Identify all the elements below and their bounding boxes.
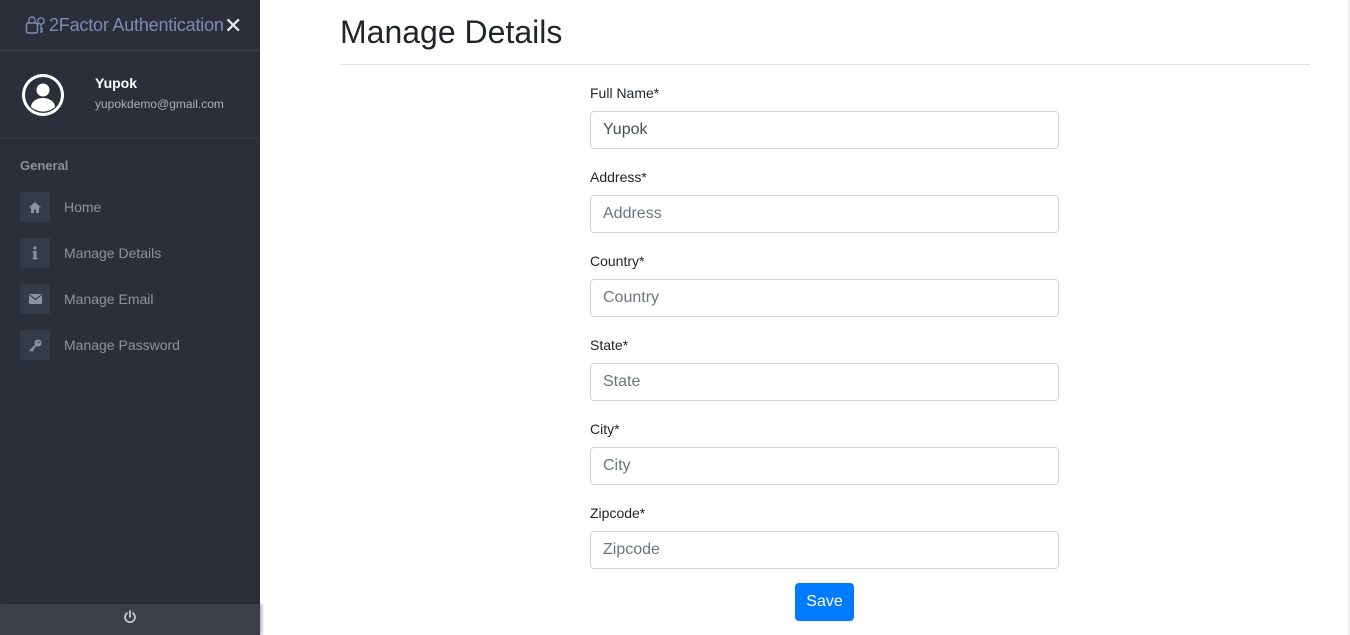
brand-bar: 2Factor Authentication <box>0 0 260 51</box>
sidebar-item-label: Manage Email <box>64 291 154 307</box>
zipcode-label: Zipcode* <box>590 505 646 521</box>
power-icon <box>123 610 137 629</box>
home-icon <box>20 192 50 222</box>
country-group: Country* <box>590 253 1059 337</box>
envelope-icon <box>20 284 50 314</box>
sidebar-item-label: Home <box>64 199 102 215</box>
save-button[interactable]: Save <box>795 583 854 621</box>
zipcode-input[interactable] <box>590 531 1059 569</box>
user-name: Yupok <box>95 74 138 91</box>
full-name-group: Full Name* <box>590 85 1059 169</box>
lock-key-logo-icon <box>25 14 47 36</box>
address-label: Address* <box>590 169 647 185</box>
zipcode-group: Zipcode* <box>590 505 1059 589</box>
close-sidebar-icon[interactable]: ✕ <box>224 15 242 37</box>
info-icon <box>20 238 50 268</box>
sidebar-item-label: Manage Details <box>64 245 162 261</box>
sidebar-item-manage-details[interactable]: Manage Details <box>0 230 260 276</box>
key-icon <box>20 330 50 360</box>
state-input[interactable] <box>590 363 1059 401</box>
logout-button[interactable] <box>0 604 260 635</box>
address-input[interactable] <box>590 195 1059 233</box>
avatar-icon <box>22 73 64 116</box>
sidebar-item-manage-email[interactable]: Manage Email <box>0 276 260 322</box>
main-content: Manage Details Full Name* Address* Count… <box>340 0 1310 621</box>
full-name-label: Full Name* <box>590 85 660 101</box>
state-group: State* <box>590 337 1059 421</box>
sidebar-item-home[interactable]: Home <box>0 184 260 230</box>
country-input[interactable] <box>590 279 1059 317</box>
page-title: Manage Details <box>340 14 563 50</box>
title-divider <box>340 64 1310 65</box>
address-group: Address* <box>590 169 1059 253</box>
sidebar: 2Factor Authentication ✕ Yupok yupokdemo… <box>0 0 260 635</box>
country-label: Country* <box>590 253 645 269</box>
state-label: State* <box>590 337 629 353</box>
city-input[interactable] <box>590 447 1059 485</box>
nav-section-title: General <box>20 158 69 173</box>
sidebar-item-manage-password[interactable]: Manage Password <box>0 322 260 368</box>
manage-details-form: Full Name* Address* Country* State* City… <box>590 85 1059 621</box>
city-label: City* <box>590 421 620 437</box>
full-name-input[interactable] <box>590 111 1059 149</box>
user-email: yupokdemo@gmail.com <box>95 96 224 111</box>
brand-title: 2Factor Authentication <box>49 14 224 35</box>
sidebar-item-label: Manage Password <box>64 337 180 353</box>
city-group: City* <box>590 421 1059 505</box>
user-profile: Yupok yupokdemo@gmail.com <box>0 51 260 139</box>
